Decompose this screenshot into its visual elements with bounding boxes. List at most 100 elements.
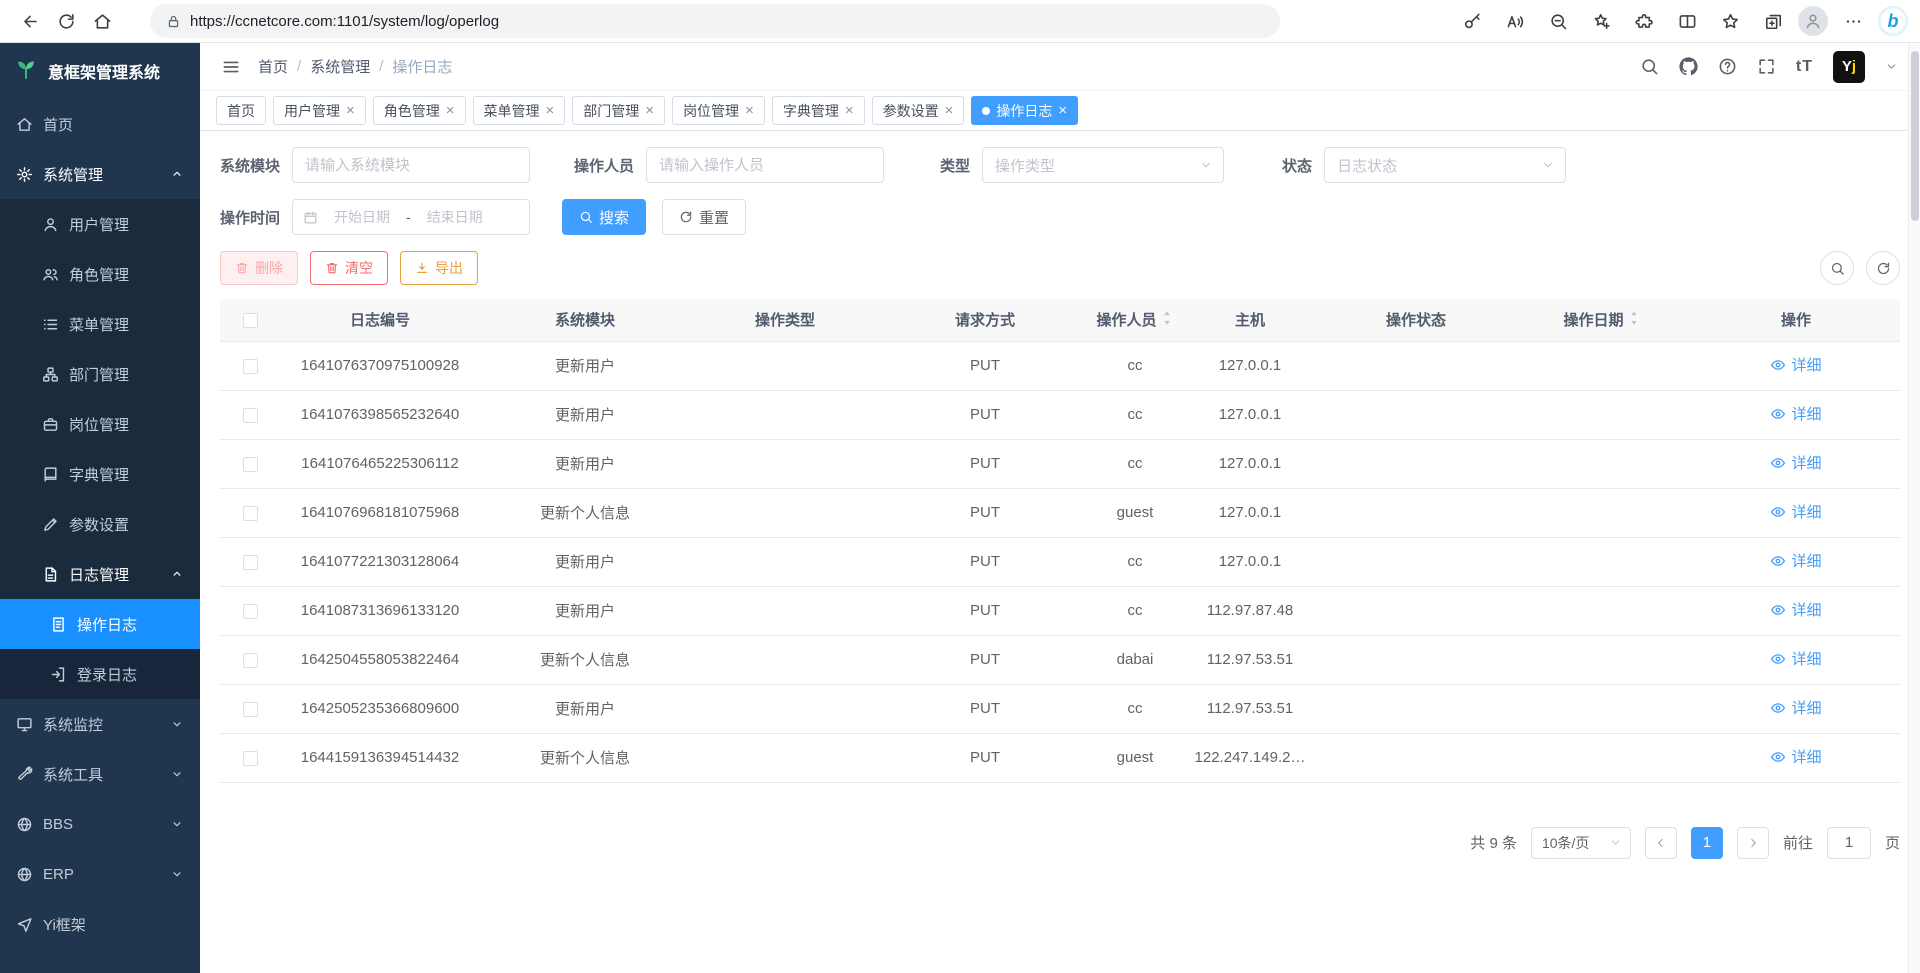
browser-home-button[interactable] [84, 4, 120, 38]
end-date-input[interactable] [417, 209, 493, 225]
select-all-checkbox[interactable] [243, 313, 258, 328]
sidebar-item-log-mgmt[interactable]: 日志管理 [0, 549, 200, 599]
sort-icon[interactable] [1627, 309, 1641, 331]
sidebar-item-dict-mgmt[interactable]: 字典管理 [0, 449, 200, 499]
detail-link[interactable]: 详细 [1770, 697, 1821, 718]
row-checkbox[interactable] [243, 555, 258, 570]
browser-back-button[interactable] [12, 4, 48, 38]
detail-link[interactable]: 详细 [1770, 550, 1821, 571]
operator-input[interactable] [646, 147, 884, 183]
module-input[interactable] [292, 147, 530, 183]
chevron-down-icon[interactable] [1885, 60, 1898, 73]
prev-page-button[interactable] [1645, 827, 1677, 859]
sidebar-item-param-settings[interactable]: 参数设置 [0, 499, 200, 549]
help-icon[interactable] [1718, 57, 1737, 76]
zoom-out-icon[interactable] [1540, 4, 1576, 38]
close-icon[interactable]: × [945, 103, 954, 118]
breadcrumb-system-mgmt[interactable]: 系统管理 [310, 56, 370, 77]
tab-oper-log[interactable]: 操作日志× [971, 96, 1078, 125]
detail-link[interactable]: 详细 [1770, 599, 1821, 620]
close-icon[interactable]: × [346, 103, 355, 118]
toggle-search-icon[interactable] [1820, 251, 1854, 285]
tab-home[interactable]: 首页 [216, 96, 266, 125]
close-icon[interactable]: × [845, 103, 854, 118]
user-avatar[interactable]: Yj [1833, 51, 1865, 83]
goto-page-input[interactable] [1827, 827, 1871, 859]
sidebar-item-role-mgmt[interactable]: 角色管理 [0, 249, 200, 299]
row-checkbox[interactable] [243, 506, 258, 521]
refresh-table-icon[interactable] [1866, 251, 1900, 285]
sidebar-item-system-monitor[interactable]: 系统监控 [0, 699, 200, 749]
detail-link[interactable]: 详细 [1770, 452, 1821, 473]
row-checkbox[interactable] [243, 604, 258, 619]
fullscreen-icon[interactable] [1757, 57, 1776, 76]
sidebar-item-menu-mgmt[interactable]: 菜单管理 [0, 299, 200, 349]
page-scrollbar[interactable] [1908, 43, 1920, 973]
detail-link[interactable]: 详细 [1770, 354, 1821, 375]
row-checkbox[interactable] [243, 408, 258, 423]
sidebar-item-dept-mgmt[interactable]: 部门管理 [0, 349, 200, 399]
detail-link[interactable]: 详细 [1770, 501, 1821, 522]
browser-refresh-button[interactable] [48, 4, 84, 38]
sidebar-item-bbs[interactable]: BBS [0, 799, 200, 849]
row-checkbox[interactable] [243, 457, 258, 472]
search-icon[interactable] [1640, 57, 1659, 76]
sidebar-item-yi-framework[interactable]: Yi框架 [0, 899, 200, 949]
read-aloud-icon[interactable] [1497, 4, 1533, 38]
row-checkbox[interactable] [243, 653, 258, 668]
sidebar-item-home[interactable]: 首页 [0, 99, 200, 149]
github-icon[interactable] [1679, 57, 1698, 76]
address-bar[interactable]: https://ccnetcore.com:1101/system/log/op… [150, 4, 1280, 38]
sidebar-item-erp[interactable]: ERP [0, 849, 200, 899]
export-button[interactable]: 导出 [400, 251, 478, 285]
date-range-picker[interactable]: - [292, 199, 530, 235]
col-date[interactable]: 操作日期 [1512, 299, 1692, 341]
col-operator[interactable]: 操作人员 [1090, 299, 1180, 341]
type-select[interactable]: 操作类型 [982, 147, 1224, 183]
close-icon[interactable]: × [546, 103, 555, 118]
row-checkbox[interactable] [243, 751, 258, 766]
reset-button[interactable]: 重置 [662, 199, 746, 235]
detail-link[interactable]: 详细 [1770, 648, 1821, 669]
breadcrumb-home[interactable]: 首页 [258, 56, 288, 77]
sidebar-item-system-tools[interactable]: 系统工具 [0, 749, 200, 799]
menu-fold-icon[interactable] [214, 50, 248, 84]
close-icon[interactable]: × [446, 103, 455, 118]
copilot-icon[interactable]: b [1878, 6, 1908, 36]
collections-icon[interactable] [1755, 4, 1791, 38]
tab-dict-mgmt[interactable]: 字典管理× [772, 96, 865, 125]
row-checkbox[interactable] [243, 702, 258, 717]
current-page-button[interactable]: 1 [1691, 827, 1723, 859]
favorite-add-icon[interactable] [1583, 4, 1619, 38]
sidebar-item-user-mgmt[interactable]: 用户管理 [0, 199, 200, 249]
detail-link[interactable]: 详细 [1770, 746, 1821, 767]
row-checkbox[interactable] [243, 359, 258, 374]
profile-avatar[interactable] [1798, 6, 1828, 36]
clear-button[interactable]: 清空 [310, 251, 388, 285]
sidebar-item-post-mgmt[interactable]: 岗位管理 [0, 399, 200, 449]
tab-user-mgmt[interactable]: 用户管理× [273, 96, 366, 125]
password-key-icon[interactable] [1454, 4, 1490, 38]
close-icon[interactable]: × [1058, 103, 1067, 118]
tab-param-settings[interactable]: 参数设置× [872, 96, 965, 125]
sort-icon[interactable] [1160, 309, 1174, 331]
page-size-select[interactable]: 10条/页 [1531, 827, 1631, 859]
favorites-icon[interactable] [1712, 4, 1748, 38]
sidebar-item-system-mgmt[interactable]: 系统管理 [0, 149, 200, 199]
close-icon[interactable]: × [645, 103, 654, 118]
search-button[interactable]: 搜索 [562, 199, 646, 235]
next-page-button[interactable] [1737, 827, 1769, 859]
start-date-input[interactable] [324, 209, 400, 225]
status-select[interactable]: 日志状态 [1324, 147, 1566, 183]
sidebar-item-oper-log[interactable]: 操作日志 [0, 599, 200, 649]
tab-role-mgmt[interactable]: 角色管理× [373, 96, 466, 125]
scrollbar-thumb[interactable] [1911, 51, 1919, 221]
delete-button[interactable]: 删除 [220, 251, 298, 285]
close-icon[interactable]: × [745, 103, 754, 118]
tab-dept-mgmt[interactable]: 部门管理× [572, 96, 665, 125]
tab-menu-mgmt[interactable]: 菜单管理× [473, 96, 566, 125]
detail-link[interactable]: 详细 [1770, 403, 1821, 424]
more-icon[interactable] [1835, 4, 1871, 38]
sidebar-item-login-log[interactable]: 登录日志 [0, 649, 200, 699]
text-size-icon[interactable]: tT [1796, 58, 1813, 76]
